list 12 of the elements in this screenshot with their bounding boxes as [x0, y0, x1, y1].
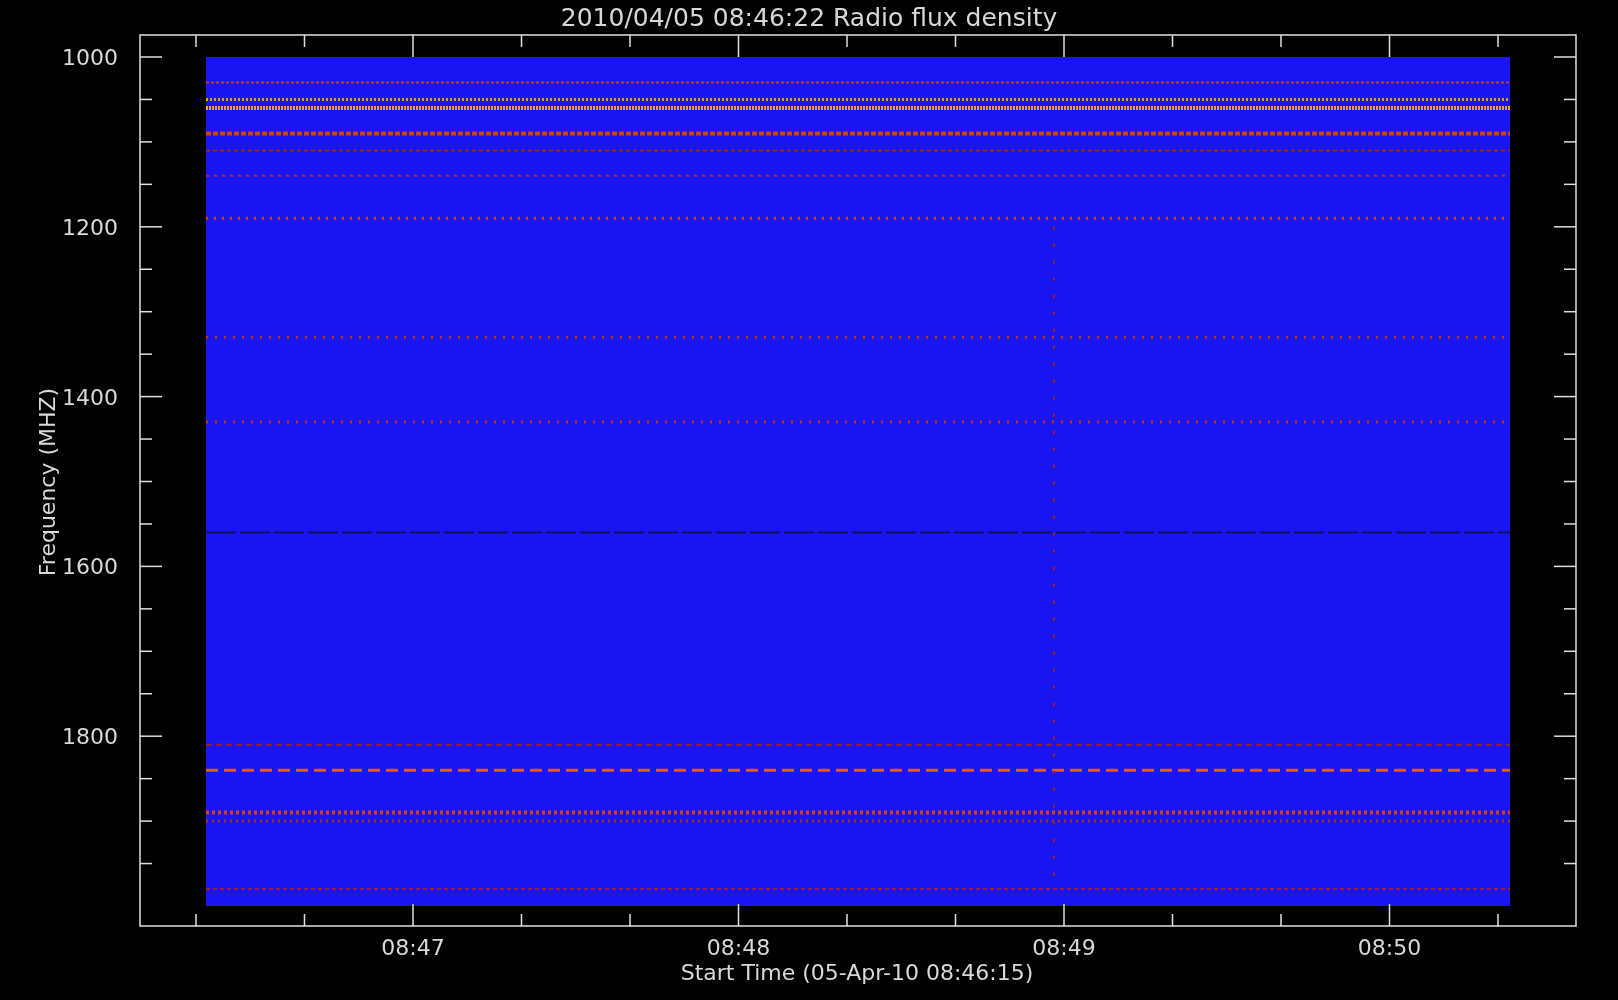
x-tick-label: 08:47 — [381, 935, 445, 960]
y-tick-label: 1800 — [62, 724, 118, 750]
x-tick-label: 08:50 — [1357, 935, 1422, 960]
y-tick-label: 1000 — [62, 45, 118, 70]
y-tick-label: 1600 — [62, 554, 118, 580]
x-tick-label: 08:48 — [706, 935, 771, 960]
y-axis-title: Frequency (MHZ) — [35, 387, 60, 577]
x-tick-label: 08:49 — [1032, 935, 1096, 960]
plot-title: 2010/04/05 08:46:22 Radio flux density — [560, 3, 1058, 32]
y-tick-label: 1400 — [62, 384, 118, 410]
y-tick-label: 1200 — [62, 214, 118, 240]
x-axis-title: Start Time (05-Apr-10 08:46:15) — [680, 960, 1034, 985]
